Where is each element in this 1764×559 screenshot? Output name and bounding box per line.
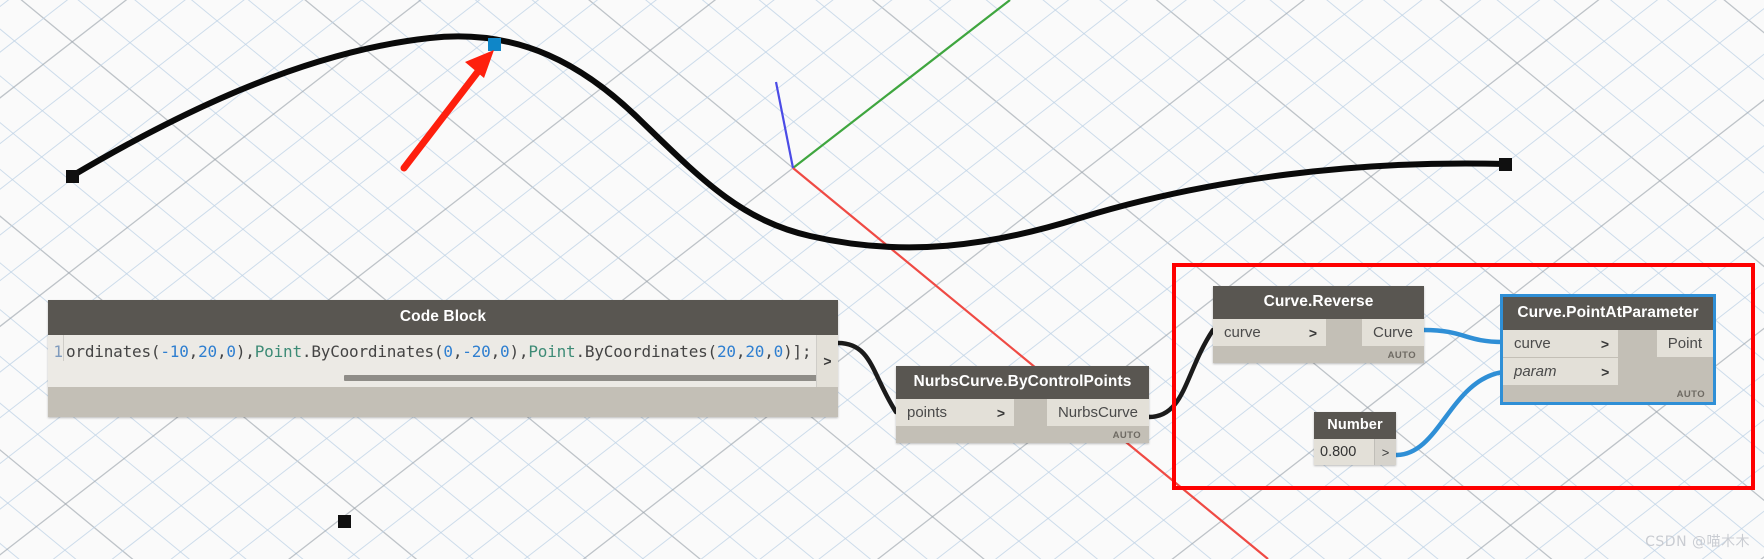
code-block-hscrollbar[interactable]: [64, 375, 838, 381]
node-code-block[interactable]: Code Block 1 ordinates(-10,20,0),Point.B…: [48, 300, 838, 417]
code-block-editor[interactable]: 1 ordinates(-10,20,0),Point.ByCoordinate…: [48, 335, 838, 387]
code-token: 20: [198, 342, 217, 361]
code-token: 0: [443, 342, 453, 361]
code-block-hscrollbar-thumb[interactable]: [344, 375, 824, 381]
curve-reverse-output-curve[interactable]: Curve: [1361, 319, 1424, 346]
pointatparameter-input-curve-label: curve: [1514, 335, 1551, 352]
pointatparameter-input-param[interactable]: param >: [1503, 358, 1618, 385]
curve-reverse-input-curve-label: curve: [1224, 324, 1261, 341]
nurbscurve-output-nurbscurve[interactable]: NurbsCurve: [1046, 399, 1149, 426]
code-block-code-text[interactable]: ordinates(-10,20,0),Point.ByCoordinates(…: [64, 335, 838, 361]
code-token: )];: [783, 342, 812, 361]
node-nurbscurve-bycontrolpoints[interactable]: NurbsCurve.ByControlPoints points > Nurb…: [896, 366, 1149, 443]
number-row: 0.800 >: [1314, 439, 1396, 465]
code-token: ),: [235, 342, 255, 361]
nurbscurve-input-points[interactable]: points >: [896, 399, 1014, 426]
pointatparameter-row-curve: curve > Point: [1503, 330, 1713, 357]
number-title: Number: [1314, 412, 1396, 439]
code-block-line-number: 1: [48, 335, 64, 361]
pointatparameter-output-point[interactable]: Point: [1656, 330, 1713, 357]
chevron-right-icon: >: [996, 404, 1005, 421]
nurbscurve-run-mode: AUTO: [1112, 430, 1141, 441]
curve-reverse-title: Curve.Reverse: [1213, 286, 1424, 319]
code-token: .ByCoordinates(: [301, 342, 444, 361]
code-block-output-port[interactable]: >: [816, 335, 838, 387]
number-value-input[interactable]: 0.800: [1314, 439, 1374, 465]
nurbscurve-input-points-label: points: [907, 404, 948, 421]
watermark-text: CSDN @喵木木: [1645, 534, 1750, 550]
chevron-right-icon: >: [1308, 324, 1317, 341]
curve-reverse-run-mode: AUTO: [1387, 350, 1416, 361]
node-number[interactable]: Number 0.800 >: [1314, 412, 1396, 465]
code-block-footer: [48, 387, 838, 417]
code-token: ,: [490, 342, 501, 361]
pointatparameter-input-param-label: param: [1514, 363, 1557, 380]
pointatparameter-body: curve > Point param > AUTO: [1503, 330, 1713, 402]
nurbscurve-title: NurbsCurve.ByControlPoints: [896, 366, 1149, 399]
code-token: -20: [462, 342, 491, 361]
code-token: 20: [717, 342, 736, 361]
nurbscurve-port-row: points > NurbsCurve: [896, 399, 1149, 426]
curve-reverse-input-curve[interactable]: curve >: [1213, 319, 1326, 346]
code-token: ,: [452, 342, 463, 361]
code-token: 20: [745, 342, 765, 361]
chevron-right-icon: >: [1600, 363, 1609, 380]
code-token: ,: [735, 342, 746, 361]
code-token: -10: [160, 342, 189, 361]
code-token: .ByCoordinates(: [575, 342, 718, 361]
number-output-port[interactable]: >: [1374, 439, 1396, 465]
dynamo-workspace-canvas[interactable]: Code Block 1 ordinates(-10,20,0),Point.B…: [0, 0, 1764, 559]
code-token: Point: [528, 342, 576, 361]
curve-reverse-port-row: curve > Curve: [1213, 319, 1424, 346]
node-curve-reverse[interactable]: Curve.Reverse curve > Curve AUTO: [1213, 286, 1424, 363]
code-token: 0: [226, 342, 236, 361]
pointatparameter-run-mode: AUTO: [1676, 389, 1705, 400]
code-token: ordinates(: [66, 342, 161, 361]
pointatparameter-title: Curve.PointAtParameter: [1503, 297, 1713, 330]
code-token: ,: [188, 342, 199, 361]
curve-reverse-body: curve > Curve AUTO: [1213, 319, 1424, 363]
code-token: ,: [216, 342, 227, 361]
code-token: Point: [254, 342, 302, 361]
code-block-title: Code Block: [48, 300, 838, 335]
code-token: 0: [773, 342, 784, 361]
code-token: ),: [509, 342, 529, 361]
pointatparameter-row-param: param >: [1503, 358, 1713, 385]
chevron-right-icon: >: [1600, 335, 1609, 352]
node-curve-pointatparameter[interactable]: Curve.PointAtParameter curve > Point par…: [1500, 294, 1716, 405]
nurbscurve-body: points > NurbsCurve AUTO: [896, 399, 1149, 443]
background-grid: [0, 0, 1764, 559]
code-token: ,: [764, 342, 774, 361]
pointatparameter-input-curve[interactable]: curve >: [1503, 330, 1618, 357]
